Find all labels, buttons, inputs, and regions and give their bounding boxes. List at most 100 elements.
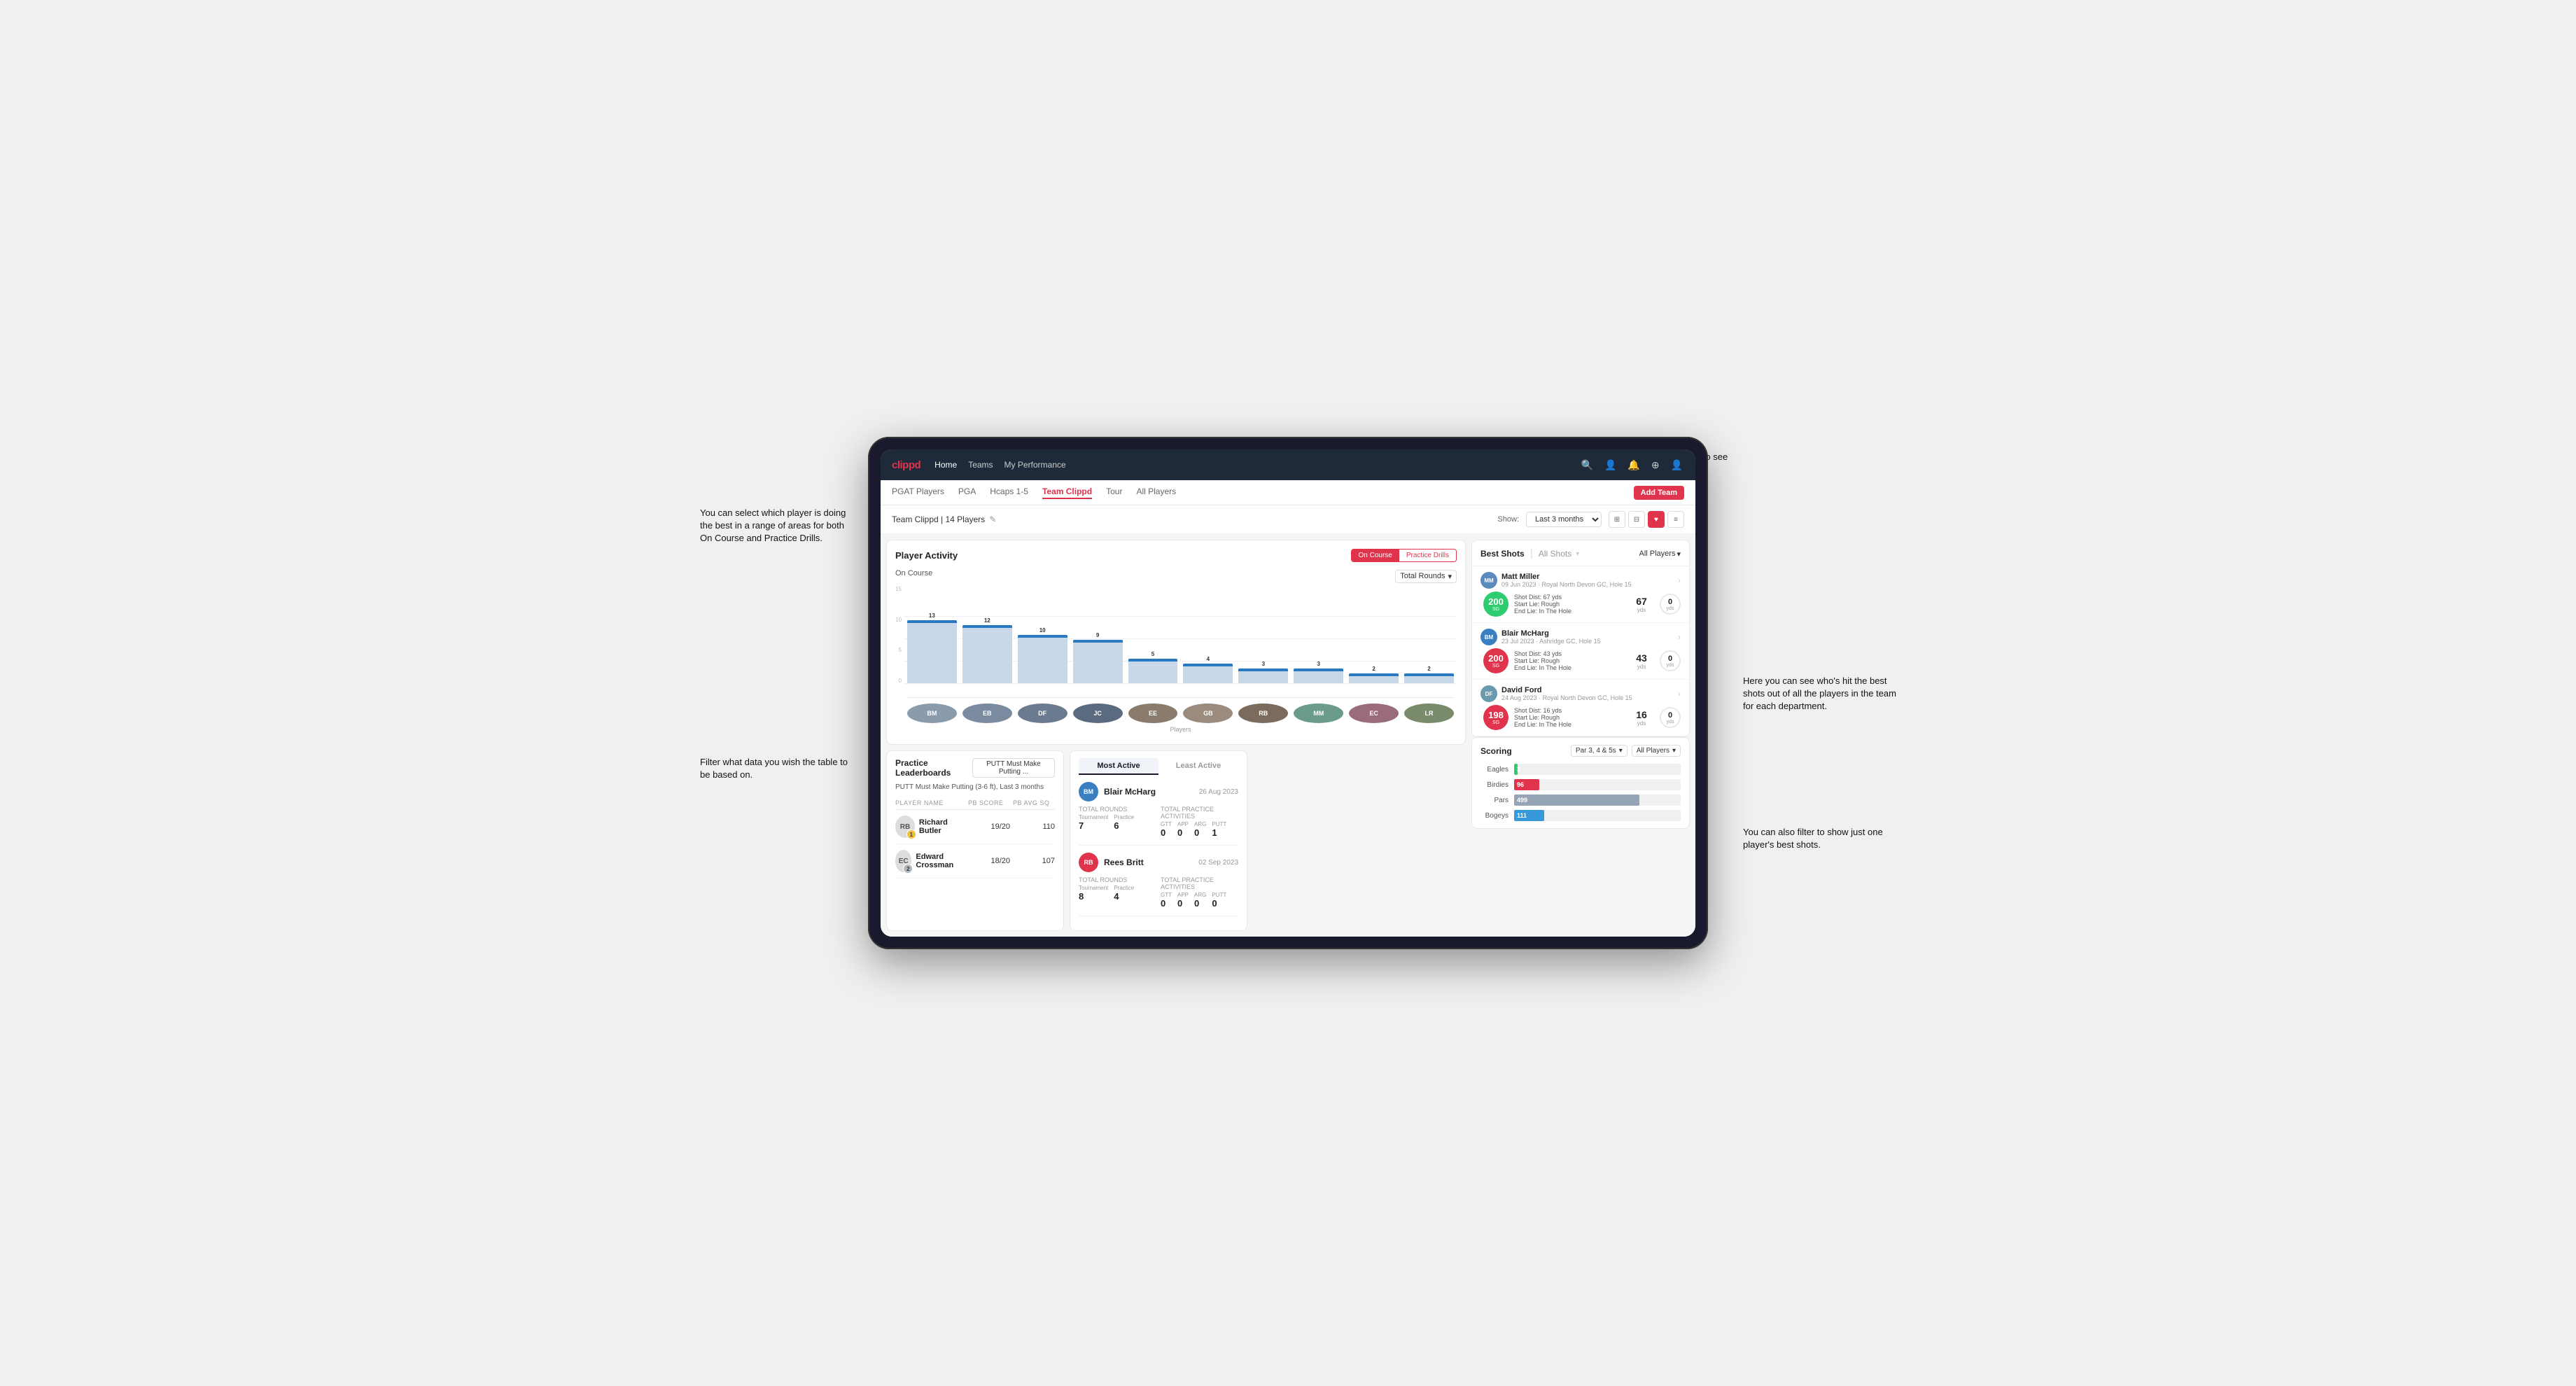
shot-info-3: Shot Dist: 16 yds Start Lie: Rough End L… bbox=[1514, 707, 1623, 728]
avatar-mmiller[interactable]: MM bbox=[1294, 704, 1343, 723]
scoring-label-bogeys: Bogeys bbox=[1480, 812, 1508, 820]
shot-player-row-3: DF David Ford 24 Aug 2023 · Royal North … bbox=[1480, 685, 1681, 702]
lb-row-richard-butler[interactable]: RB 1 Richard Butler 19/20 110 bbox=[895, 810, 1055, 844]
list-view-button[interactable]: ⊟ bbox=[1628, 511, 1645, 528]
team-title: Team Clippd | 14 Players ✎ bbox=[892, 514, 996, 524]
heart-view-button[interactable]: ♥ bbox=[1648, 511, 1665, 528]
tab-best-shots[interactable]: Best Shots bbox=[1480, 547, 1525, 560]
bar-7-highlight bbox=[1238, 668, 1288, 671]
bottom-row: Practice Leaderboards PUTT Must Make Put… bbox=[881, 750, 1471, 937]
shot-entry-matt-miller[interactable]: MM Matt Miller 09 Jun 2023 · Royal North… bbox=[1472, 566, 1689, 623]
tab-practice-drills[interactable]: Practice Drills bbox=[1399, 550, 1456, 561]
avatar-bmcharg[interactable]: BM bbox=[907, 704, 957, 723]
tab-tour[interactable]: Tour bbox=[1106, 486, 1122, 499]
bar-val-7: 3 bbox=[1262, 661, 1265, 667]
avatar-dford[interactable]: DF bbox=[1018, 704, 1068, 723]
bar-chart: 13 12 bbox=[904, 586, 1457, 733]
player-sub-matt-miller: 09 Jun 2023 · Royal North Devon GC, Hole… bbox=[1502, 581, 1632, 588]
avatar-edward-crossman: EC 2 bbox=[895, 850, 911, 872]
active-avatar-1: BM bbox=[1079, 782, 1098, 802]
total-rounds-filter[interactable]: Total Rounds ▾ bbox=[1395, 570, 1457, 583]
tab-hcaps[interactable]: Hcaps 1-5 bbox=[990, 486, 1028, 499]
bar-8 bbox=[1294, 668, 1343, 683]
avatar-jcoles[interactable]: JC bbox=[1073, 704, 1123, 723]
grid-view-button[interactable]: ⊞ bbox=[1609, 511, 1625, 528]
rank-badge-2: 2 bbox=[903, 864, 913, 874]
user-avatar-icon[interactable]: 👤 bbox=[1670, 458, 1684, 472]
team-controls: Show: Last 3 months Last 6 months Last y… bbox=[1497, 511, 1684, 528]
scoring-track-birdies: 96 bbox=[1514, 779, 1681, 790]
par-filter[interactable]: Par 3, 4 & 5s ▾ bbox=[1571, 745, 1628, 757]
tab-pga[interactable]: PGA bbox=[958, 486, 976, 499]
all-players-scoring-filter[interactable]: All Players ▾ bbox=[1632, 745, 1681, 757]
scoring-fill-pars: 499 bbox=[1514, 794, 1639, 806]
menu-view-button[interactable]: ≡ bbox=[1667, 511, 1684, 528]
nav-link-teams[interactable]: Teams bbox=[968, 460, 993, 470]
main-content: Player Activity On Course Practice Drill… bbox=[881, 534, 1695, 937]
scoring-val-pars: 499 bbox=[1517, 797, 1527, 804]
lb-player-name-1: Richard Butler bbox=[919, 818, 965, 835]
nav-link-home[interactable]: Home bbox=[934, 460, 957, 470]
bar-col-gbillingham: 4 bbox=[1183, 656, 1233, 683]
tab-most-active[interactable]: Most Active bbox=[1079, 758, 1158, 775]
chevron-right-1: › bbox=[1678, 575, 1681, 585]
active-avatar-2: RB bbox=[1079, 853, 1098, 872]
active-player-card-1: BM Blair McHarg 26 Aug 2023 Total Rounds bbox=[1079, 782, 1238, 846]
bar-1-highlight bbox=[907, 620, 957, 623]
shot-entry-david-ford[interactable]: DF David Ford 24 Aug 2023 · Royal North … bbox=[1472, 680, 1689, 736]
avatar-ebritt[interactable]: EB bbox=[962, 704, 1012, 723]
add-team-button[interactable]: Add Team bbox=[1634, 486, 1684, 500]
lb-row-edward-crossman[interactable]: EC 2 Edward Crossman 18/20 107 bbox=[895, 844, 1055, 878]
team-title-text: Team Clippd | 14 Players bbox=[892, 514, 985, 524]
bar-5-highlight bbox=[1128, 659, 1178, 662]
practice-header: Practice Leaderboards PUTT Must Make Put… bbox=[895, 758, 1055, 778]
tab-on-course[interactable]: On Course bbox=[1352, 550, 1399, 561]
plus-circle-icon[interactable]: ⊕ bbox=[1650, 458, 1661, 472]
nav-link-my-performance[interactable]: My Performance bbox=[1004, 460, 1066, 470]
active-player-row-1: BM Blair McHarg 26 Aug 2023 bbox=[1079, 782, 1238, 802]
avatar-ecrossman[interactable]: EC bbox=[1349, 704, 1399, 723]
tab-least-active[interactable]: Least Active bbox=[1158, 758, 1238, 775]
shot-entry-blair-mcharg[interactable]: BM Blair McHarg 23 Jul 2023 · Ashridge G… bbox=[1472, 623, 1689, 680]
practice-dropdown[interactable]: PUTT Must Make Putting ... bbox=[972, 758, 1055, 778]
annotation-player-filter: You can also filter to show just one pla… bbox=[1743, 826, 1897, 851]
team-header-bar: Team Clippd | 14 Players ✎ Show: Last 3 … bbox=[881, 505, 1695, 534]
tab-all-players[interactable]: All Players bbox=[1136, 486, 1176, 499]
lb-avg-2: 107 bbox=[1013, 857, 1055, 865]
left-column: Player Activity On Course Practice Drill… bbox=[881, 534, 1471, 937]
scoring-track-eagles: 3 bbox=[1514, 764, 1681, 775]
bar-val-9: 2 bbox=[1372, 666, 1375, 672]
scoring-val-birdies: 96 bbox=[1517, 781, 1524, 788]
users-icon[interactable]: 👤 bbox=[1603, 458, 1618, 472]
bar-col-jcoles: 9 bbox=[1073, 632, 1123, 683]
time-select[interactable]: Last 3 months Last 6 months Last year bbox=[1526, 512, 1602, 527]
bar-5 bbox=[1128, 659, 1178, 683]
bar-9-highlight bbox=[1349, 673, 1399, 676]
avatar-lrobertson[interactable]: LR bbox=[1404, 704, 1454, 723]
shot-badge-1: 200 SG bbox=[1483, 592, 1508, 617]
app-val-2: 0 bbox=[1177, 898, 1189, 909]
shot-player-info-3: DF David Ford 24 Aug 2023 · Royal North … bbox=[1480, 685, 1632, 702]
bar-col-ebritt: 12 bbox=[962, 617, 1012, 683]
tab-all-shots[interactable]: All Shots bbox=[1539, 547, 1572, 560]
tab-pgat-players[interactable]: PGAT Players bbox=[892, 486, 944, 499]
notifications-icon[interactable]: 🔔 bbox=[1626, 458, 1641, 472]
chevron-right-3: › bbox=[1678, 689, 1681, 699]
avatar-eebert[interactable]: EE bbox=[1128, 704, 1178, 723]
edit-icon[interactable]: ✎ bbox=[989, 514, 996, 524]
scoring-bars: Eagles 3 Birdies bbox=[1480, 764, 1681, 821]
bar-col-dford: 10 bbox=[1018, 627, 1068, 683]
avatar-rbutler[interactable]: RB bbox=[1238, 704, 1288, 723]
player-sub-blair-mcharg: 23 Jul 2023 · Ashridge GC, Hole 15 bbox=[1502, 638, 1601, 645]
y-label-15: 15 bbox=[895, 586, 902, 592]
scoring-val-eagles: 3 bbox=[1517, 766, 1520, 773]
active-player-name-2: Rees Britt bbox=[1104, 858, 1144, 867]
all-shots-chevron[interactable]: ▾ bbox=[1576, 550, 1579, 558]
avatar-gbillingham[interactable]: GB bbox=[1183, 704, 1233, 723]
player-avatar-row: BM EB DF JC EE GB RB MM EC LR bbox=[904, 704, 1457, 723]
all-players-dropdown[interactable]: All Players ▾ bbox=[1639, 550, 1681, 559]
tab-team-clippd[interactable]: Team Clippd bbox=[1042, 486, 1092, 499]
practice-val-2: 4 bbox=[1114, 891, 1134, 902]
practice-values-2: GTT 0 APP 0 bbox=[1161, 892, 1238, 909]
search-icon[interactable]: 🔍 bbox=[1580, 458, 1595, 472]
